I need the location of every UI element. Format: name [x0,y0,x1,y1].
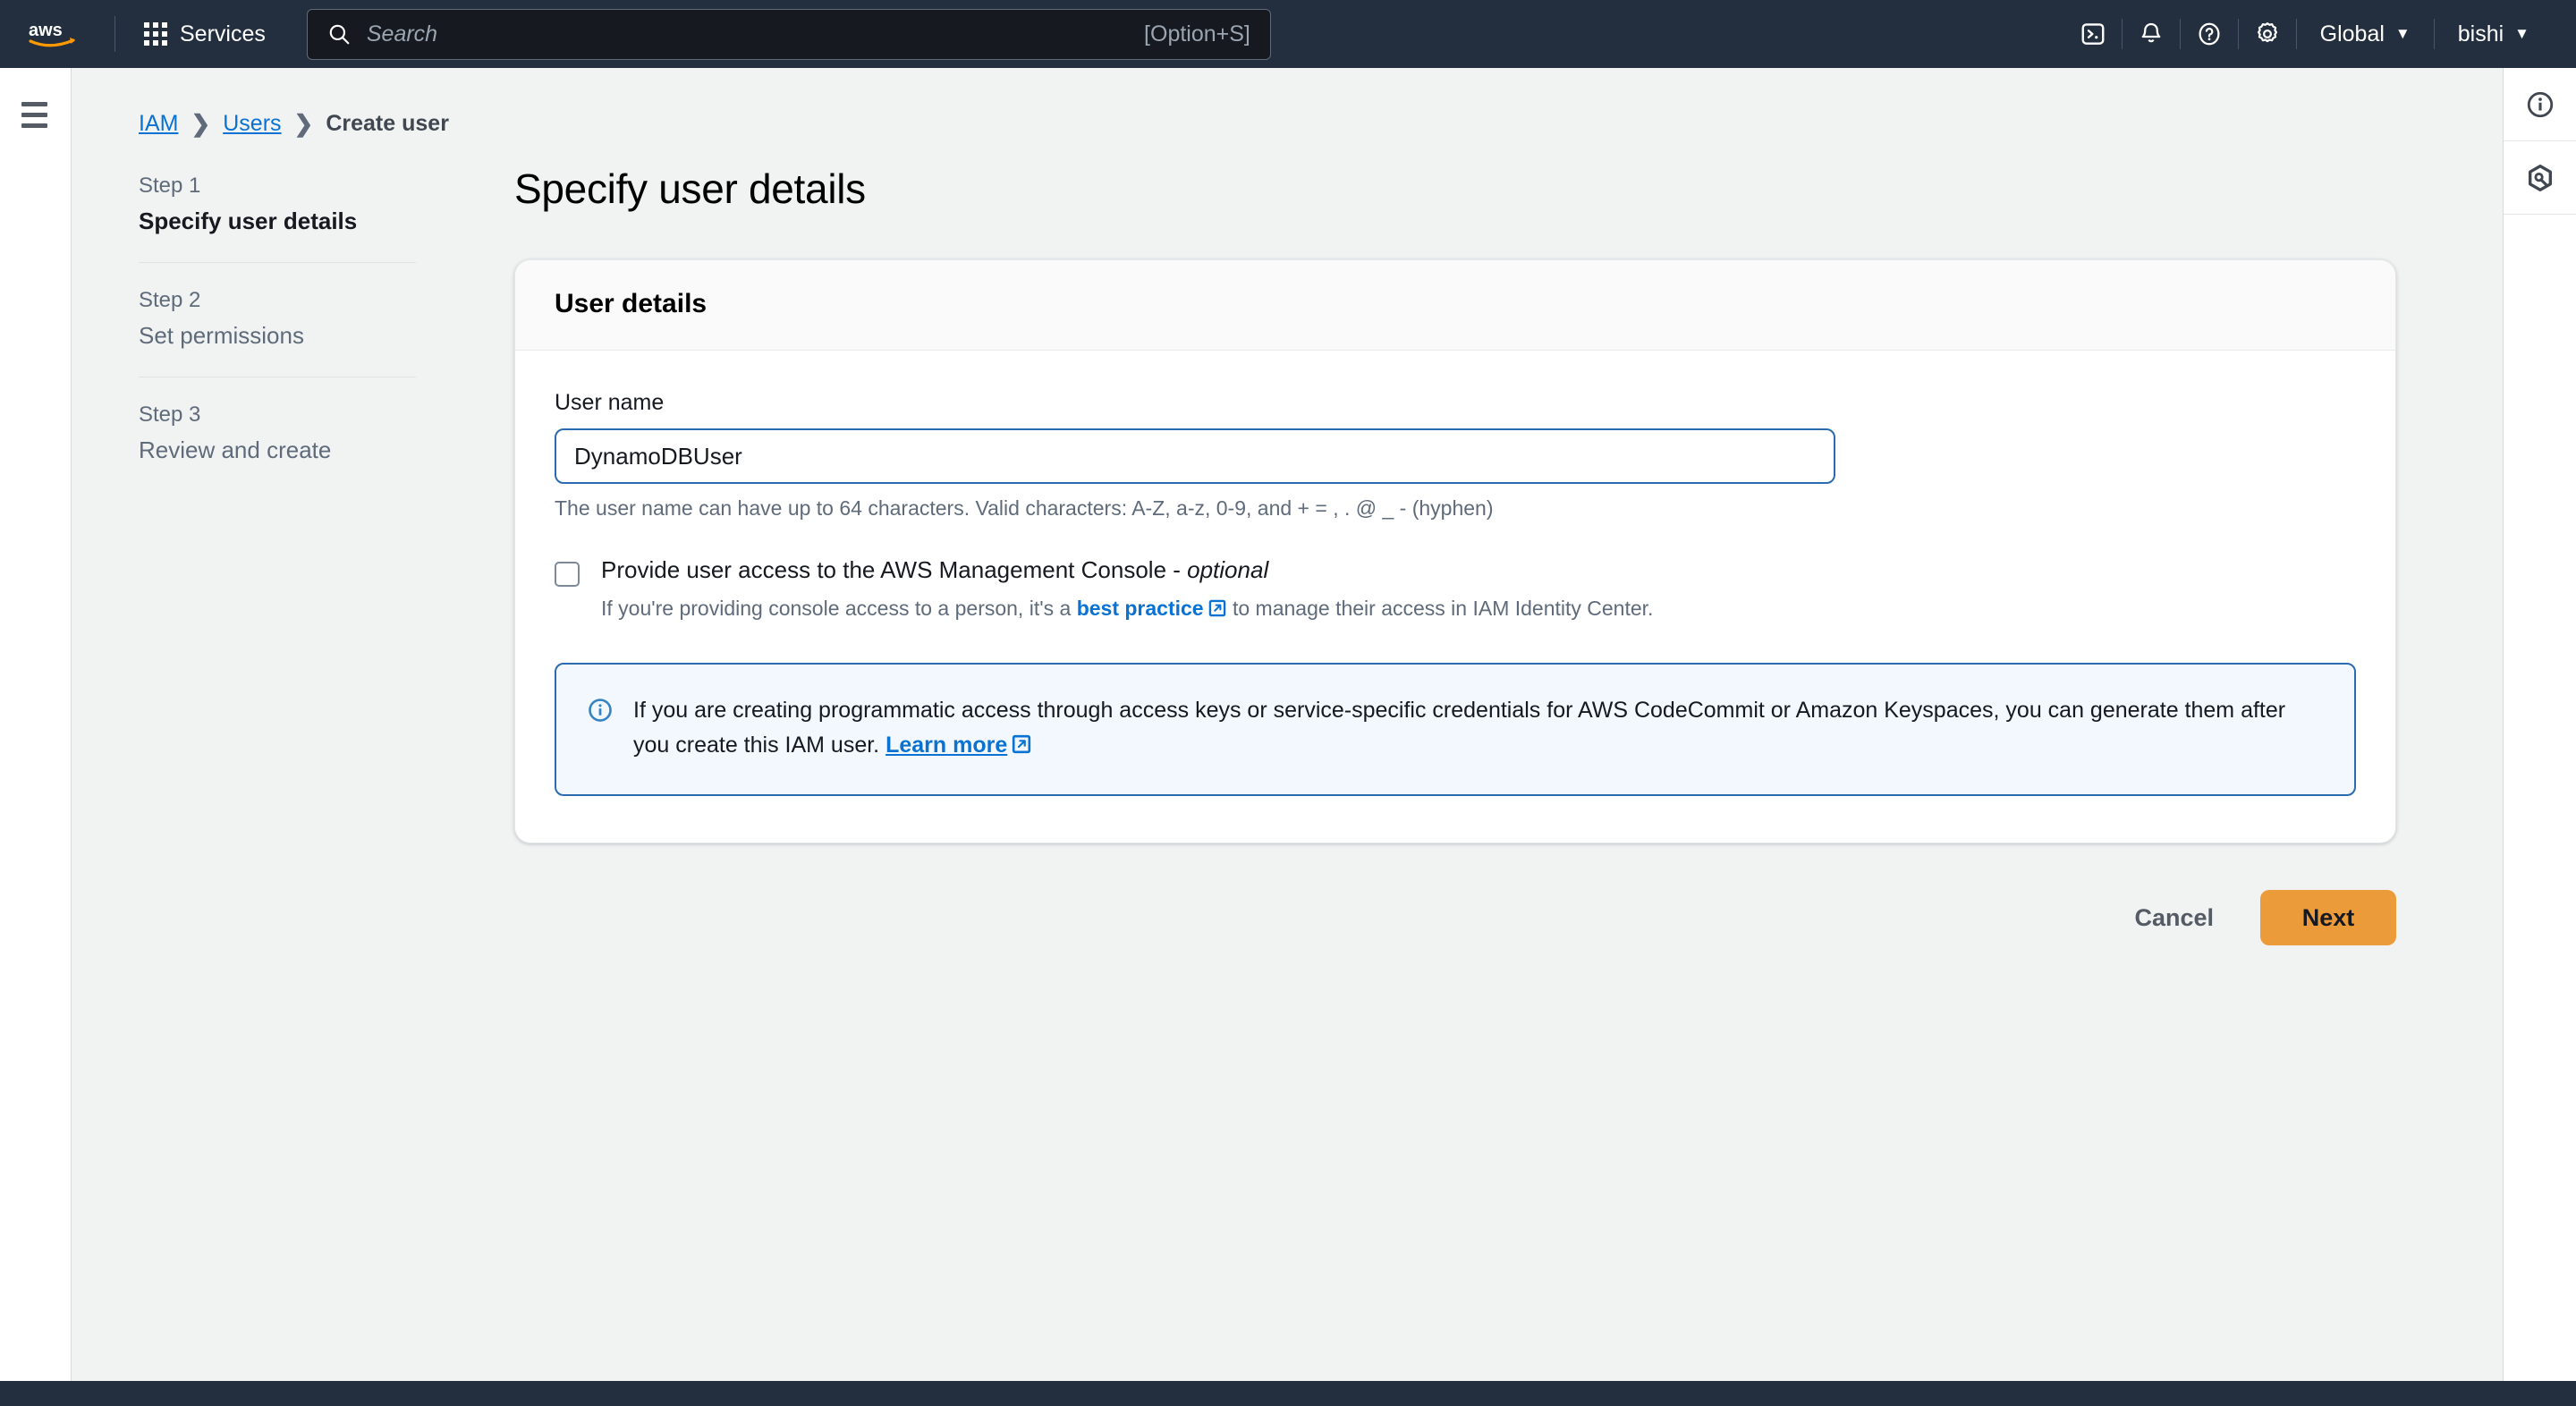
card-body: User name The user name can have up to 6… [515,351,2395,843]
global-search-box[interactable]: [Option+S] [306,8,1271,60]
help-icon[interactable] [2181,0,2238,68]
console-desc-pre: If you're providing console access to a … [601,597,1077,620]
chevron-down-icon: ▼ [2514,25,2529,42]
search-shortcut-hint: [Option+S] [1144,21,1250,47]
step-title: Set permissions [139,322,304,349]
breadcrumb-item-users[interactable]: Users [223,111,281,137]
search-icon [329,24,350,45]
info-alert-text: If you are creating programmatic access … [633,693,2324,766]
wizard-step-2[interactable]: Step 2 Set permissions [139,262,416,377]
footer-bar [0,1381,2576,1406]
region-selector[interactable]: Global ▼ [2297,0,2434,68]
top-nav-right-group: Global ▼ bishi ▼ [2064,0,2576,68]
svg-text:aws: aws [29,21,63,40]
step-number: Step 2 [139,288,201,312]
step-title: Review and create [139,436,332,463]
breadcrumb: IAM ❯ Users ❯ Create user [139,110,2502,138]
left-navigation-rail [0,68,72,1381]
bell-icon[interactable] [2123,0,2180,68]
external-link-icon [1011,731,1032,766]
top-navigation-bar: aws Services [Option+S] [0,0,2576,68]
breadcrumb-item-iam[interactable]: IAM [139,111,178,137]
step-number: Step 3 [139,402,201,427]
console-desc-post: to manage their access in IAM Identity C… [1226,597,1654,620]
next-button[interactable]: Next [2260,890,2396,945]
learn-more-link[interactable]: Learn more [886,733,1007,758]
services-label: Services [180,21,266,47]
page-title: Specify user details [514,165,866,212]
info-icon [587,697,614,766]
console-access-optional-text: optional [1187,556,1269,583]
console-access-checkbox[interactable] [555,562,580,587]
right-tools-rail [2503,68,2576,1381]
shortcuts-icon[interactable] [2504,141,2576,215]
user-details-card: User details User name The user name can… [514,259,2396,843]
info-icon[interactable] [2504,68,2576,141]
nav-divider [114,16,115,52]
card-heading: User details [555,289,708,318]
cancel-button[interactable]: Cancel [2125,890,2223,946]
info-alert-body: If you are creating programmatic access … [633,698,2286,758]
external-link-icon [1208,598,1227,623]
breadcrumb-item-current: Create user [326,111,449,136]
card-header: User details [515,260,2395,351]
aws-logo[interactable]: aws [29,21,95,47]
chevron-right-icon: ❯ [191,110,211,137]
step-title: Specify user details [139,208,358,234]
console-access-description: If you're providing console access to a … [601,597,1653,623]
wizard-content: Specify user details User details User n… [514,165,2396,946]
console-access-checkbox-row: Provide user access to the AWS Managemen… [555,556,2356,623]
menu-toggle-icon[interactable] [21,102,47,134]
best-practice-link[interactable]: best practice [1077,597,1204,620]
account-menu[interactable]: bishi ▼ [2435,0,2553,68]
info-alert: If you are creating programmatic access … [555,663,2356,796]
username-label: User name [555,390,665,415]
console-access-label[interactable]: Provide user access to the AWS Managemen… [601,556,1653,584]
username-hint: The user name can have up to 64 characte… [555,496,1494,520]
wizard-step-3[interactable]: Step 3 Review and create [139,377,416,491]
wizard-actions: Cancel Next [514,890,2396,946]
chevron-down-icon: ▼ [2394,25,2411,42]
services-menu-button[interactable]: Services [135,14,275,55]
wizard-step-1[interactable]: Step 1 Specify user details [139,165,416,262]
step-number: Step 1 [139,174,201,198]
cloudshell-icon[interactable] [2064,0,2122,68]
wizard-step-list: Step 1 Specify user details Step 2 Set p… [139,165,416,946]
grid-icon [144,22,167,46]
search-input[interactable] [366,21,1145,47]
console-access-label-text: Provide user access to the AWS Managemen… [601,556,1188,583]
username-input[interactable] [555,428,1835,484]
region-label: Global [2319,21,2385,47]
main-content-area: IAM ❯ Users ❯ Create user Step 1 Specify… [72,68,2502,1381]
account-label: bishi [2457,21,2504,47]
chevron-right-icon: ❯ [293,110,314,137]
settings-icon[interactable] [2239,0,2296,68]
